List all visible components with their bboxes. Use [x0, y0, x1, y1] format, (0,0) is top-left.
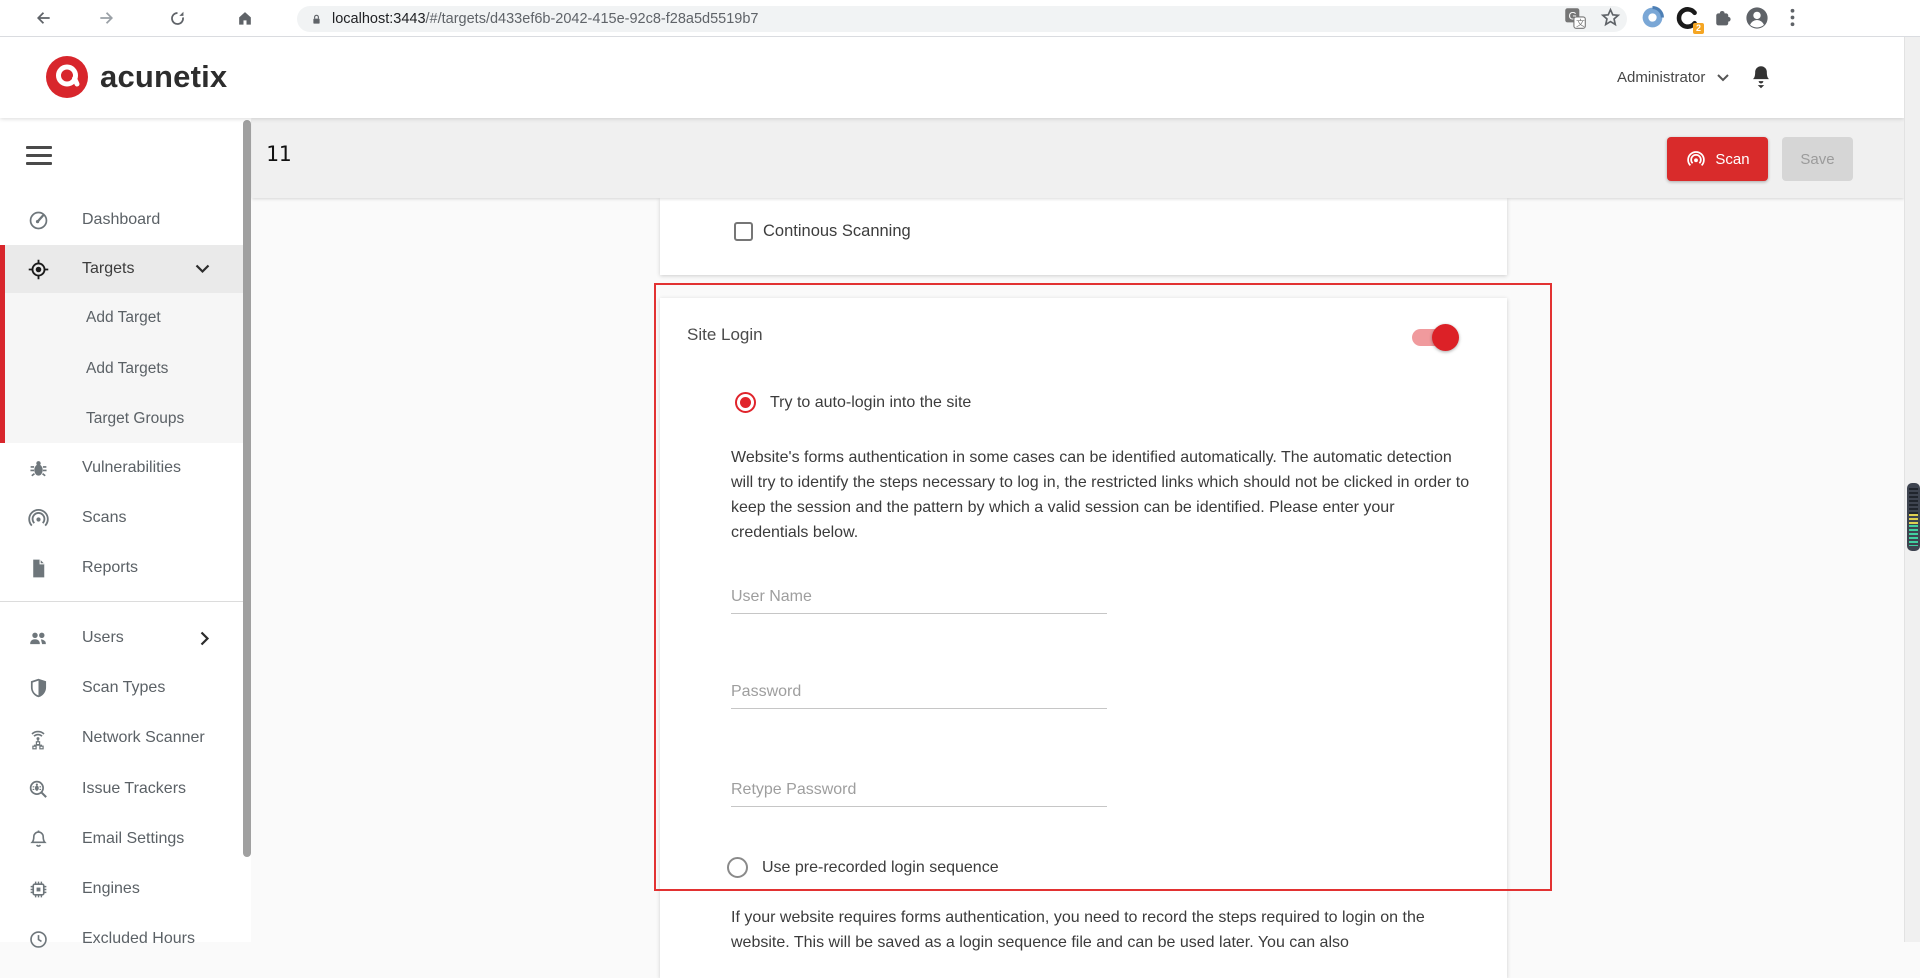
extension-c-icon[interactable]: 2	[1674, 5, 1700, 31]
gauge-icon	[26, 208, 50, 232]
translate-icon[interactable]: G文	[1562, 5, 1588, 31]
auto-login-label: Try to auto-login into the site	[770, 394, 971, 412]
clock-icon	[26, 927, 50, 951]
sidebar-item-dashboard[interactable]: Dashboard	[0, 195, 244, 245]
auto-login-radio[interactable]	[735, 392, 756, 413]
continuous-scanning-option[interactable]: Continous Scanning	[734, 222, 911, 241]
site-login-toggle[interactable]	[1412, 320, 1458, 356]
sidebar-item-add-target[interactable]: Add Target	[0, 293, 244, 343]
prerecorded-login-option[interactable]: Use pre-recorded login sequence	[727, 857, 999, 878]
target-toolbar: 11 Scan Save	[252, 118, 1904, 198]
browser-menu-kebab-icon[interactable]	[1780, 5, 1805, 30]
menu-hamburger-icon[interactable]	[26, 146, 52, 166]
browser-home-icon[interactable]	[231, 4, 259, 32]
continuous-scanning-checkbox[interactable]	[734, 222, 753, 241]
scroll-marks-teal	[1909, 525, 1918, 546]
sidebar-item-reports[interactable]: Reports	[0, 543, 244, 593]
prerecorded-login-label: Use pre-recorded login sequence	[762, 859, 999, 877]
page-scrollbar-thumb[interactable]	[1907, 483, 1920, 551]
app-header: acunetix Administrator	[0, 37, 1904, 118]
sidebar-item-scans[interactable]: Scans	[0, 493, 244, 543]
notifications-bell-icon[interactable]	[1748, 63, 1774, 91]
radar-icon	[26, 506, 50, 530]
sidebar-item-excluded-hours[interactable]: Excluded Hours	[0, 914, 244, 964]
auto-login-description: Website's forms authentication in some c…	[731, 445, 1473, 545]
sidebar: Dashboard Targets Add Target Add Targets…	[0, 118, 251, 942]
continuous-scanning-card: Continous Scanning	[660, 198, 1507, 275]
chevron-down-icon	[1717, 74, 1729, 82]
sidebar-item-targets[interactable]: Targets	[0, 245, 244, 293]
bell-icon	[26, 827, 50, 851]
target-title: 11	[266, 142, 291, 166]
target-icon	[26, 257, 50, 281]
retype-password-field-wrap	[731, 773, 1107, 807]
scroll-marks-yellow	[1909, 514, 1918, 525]
sidebar-divider	[0, 601, 244, 602]
sidebar-item-target-groups[interactable]: Target Groups	[0, 394, 244, 444]
password-input[interactable]	[731, 675, 1107, 709]
document-icon	[26, 556, 50, 580]
sidebar-scrollbar-thumb[interactable]	[243, 120, 251, 857]
retype-password-input[interactable]	[731, 773, 1107, 807]
site-login-title: Site Login	[687, 325, 763, 345]
bug-search-icon	[26, 777, 50, 801]
user-menu[interactable]: Administrator	[1617, 37, 1729, 118]
shield-icon	[26, 676, 50, 700]
sidebar-item-vulnerabilities[interactable]: Vulnerabilities	[0, 443, 244, 493]
browser-toolbar: localhost:3443/#/targets/d433ef6b-2042-4…	[0, 0, 1920, 37]
extension-swirl-icon[interactable]	[1640, 5, 1665, 30]
site-login-card: Site Login Try to auto-login into the si…	[660, 298, 1507, 978]
page-scrollbar-track[interactable]	[1904, 37, 1920, 942]
sidebar-item-scan-types[interactable]: Scan Types	[0, 663, 244, 713]
svg-text:文: 文	[1576, 17, 1585, 28]
browser-reload-icon[interactable]	[163, 4, 191, 32]
password-field-wrap	[731, 675, 1107, 709]
address-bar[interactable]: localhost:3443/#/targets/d433ef6b-2042-4…	[297, 6, 1627, 32]
url-text: localhost:3443/#/targets/d433ef6b-2042-4…	[332, 11, 758, 27]
bug-icon	[26, 456, 50, 480]
sidebar-item-engines[interactable]: Engines	[0, 864, 244, 914]
username-input[interactable]	[731, 580, 1107, 614]
sidebar-item-users[interactable]: Users	[0, 613, 244, 663]
radar-icon	[1685, 148, 1707, 170]
extension-badge: 2	[1693, 23, 1704, 34]
extensions-puzzle-icon[interactable]	[1710, 5, 1735, 30]
chevron-down-icon	[195, 264, 210, 274]
chevron-right-icon	[200, 631, 210, 646]
auto-login-option[interactable]: Try to auto-login into the site	[735, 392, 971, 413]
acunetix-logo[interactable]: acunetix	[44, 54, 227, 100]
browser-profile-avatar[interactable]	[1744, 5, 1770, 31]
sidebar-item-email-settings[interactable]: Email Settings	[0, 814, 244, 864]
sidebar-item-network-scanner[interactable]: Network Scanner	[0, 713, 244, 763]
sidebar-item-add-targets[interactable]: Add Targets	[0, 344, 244, 394]
browser-forward-icon[interactable]	[93, 4, 121, 32]
bookmark-star-icon[interactable]	[1598, 5, 1623, 30]
prerecorded-login-description: If your website requires forms authentic…	[731, 905, 1473, 955]
browser-back-icon[interactable]	[29, 4, 57, 32]
continuous-scanning-label: Continous Scanning	[763, 222, 911, 241]
users-icon	[26, 626, 50, 650]
brand-wordmark: acunetix	[100, 59, 227, 95]
sidebar-item-issue-trackers[interactable]: Issue Trackers	[0, 764, 244, 814]
toggle-knob	[1432, 324, 1459, 351]
acunetix-logo-icon	[44, 54, 90, 100]
scan-button[interactable]: Scan	[1667, 137, 1768, 181]
user-menu-label: Administrator	[1617, 69, 1705, 86]
main-content: Continous Scanning Site Login Try to aut…	[252, 198, 1904, 942]
save-button[interactable]: Save	[1782, 137, 1853, 181]
scroll-marks-dark	[1909, 488, 1918, 514]
prerecorded-login-radio[interactable]	[727, 857, 748, 878]
antenna-icon	[26, 726, 50, 750]
username-field-wrap	[731, 580, 1107, 614]
lock-icon	[309, 12, 324, 27]
chip-icon	[26, 877, 50, 901]
